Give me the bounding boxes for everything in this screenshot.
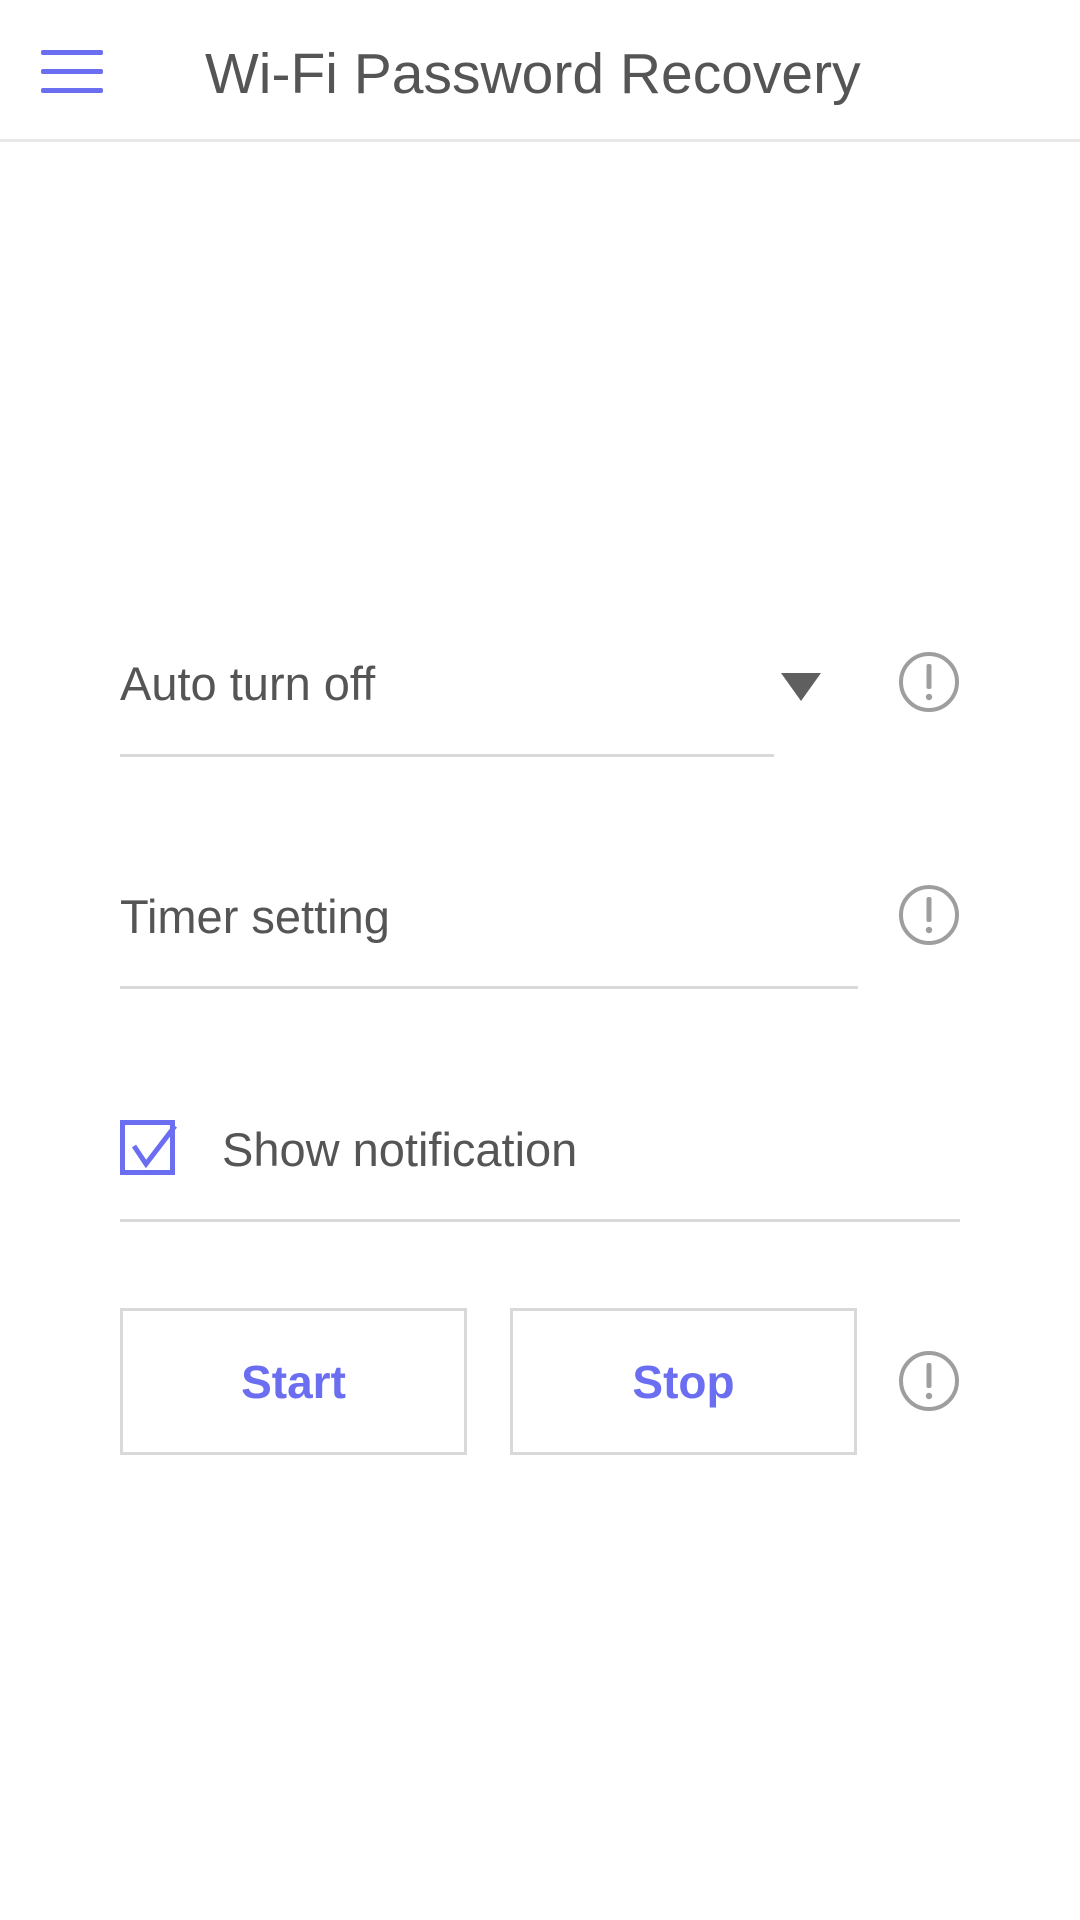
menu-button[interactable]	[28, 32, 116, 112]
start-button[interactable]: Start	[120, 1308, 467, 1455]
actions-info-icon[interactable]	[898, 1350, 960, 1412]
app-bar: Wi-Fi Password Recovery	[0, 0, 1080, 142]
timer-setting-underline	[120, 986, 858, 989]
auto-turn-off-info-icon[interactable]	[898, 651, 960, 713]
stop-button[interactable]: Stop	[510, 1308, 857, 1455]
timer-setting-label: Timer setting	[120, 890, 390, 943]
auto-turn-off-underline	[120, 754, 774, 757]
auto-turn-off-label: Auto turn off	[120, 657, 376, 710]
app-title: Wi-Fi Password Recovery	[205, 42, 861, 106]
checkbox-checked-icon[interactable]	[120, 1120, 178, 1178]
dropdown-arrow-icon[interactable]	[781, 673, 821, 701]
show-notification-underline	[120, 1219, 960, 1222]
timer-setting-info-icon[interactable]	[898, 884, 960, 946]
hamburger-menu-icon	[41, 50, 103, 93]
show-notification-label: Show notification	[222, 1123, 578, 1176]
